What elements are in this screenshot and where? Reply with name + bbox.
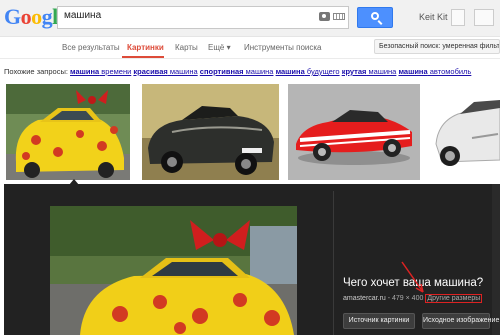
related-link[interactable]: машина автомобиль xyxy=(398,67,471,76)
tab-more[interactable]: Ещё ▾ xyxy=(208,43,231,52)
other-sizes-link[interactable]: Другие размеры xyxy=(425,294,483,303)
header-bar: Google машина Keit Kit xyxy=(0,0,500,37)
search-input[interactable]: машина xyxy=(57,6,349,29)
image-result-white-car[interactable] xyxy=(432,84,500,180)
logo-letter: g xyxy=(41,4,53,29)
image-dimensions: - 479 × 400 xyxy=(385,295,424,302)
search-query-text: машина xyxy=(64,10,102,21)
source-domain[interactable]: amastercar.ru xyxy=(343,295,386,302)
tab-more-label: Ещё xyxy=(208,43,225,52)
related-searches: Похожие запросы: машина времени красивая… xyxy=(4,67,471,76)
image-result-flower-car[interactable] xyxy=(6,84,130,180)
apps-button[interactable] xyxy=(451,9,465,26)
active-tab-indicator xyxy=(122,56,164,58)
chevron-down-icon: ▾ xyxy=(226,43,231,52)
search-icon xyxy=(371,12,379,20)
related-link[interactable]: красивая машина xyxy=(133,67,197,76)
original-image-button[interactable]: Исходное изображение xyxy=(422,313,499,329)
related-link[interactable]: машина времени xyxy=(70,67,131,76)
search-button[interactable] xyxy=(357,7,393,28)
related-link[interactable]: спортивная машина xyxy=(200,67,274,76)
logo-letter: G xyxy=(4,4,21,29)
related-link[interactable]: машина будущего xyxy=(276,67,340,76)
tab-images[interactable]: Картинки xyxy=(127,43,164,52)
preview-source: amastercar.ru - 479 × 400 Другие размеры xyxy=(343,294,483,303)
source-page-button[interactable]: Источник картинки xyxy=(343,313,415,329)
logo-letter: o xyxy=(20,4,32,29)
user-name[interactable]: Keit Kit xyxy=(419,12,448,22)
related-link[interactable]: крутая машина xyxy=(342,67,397,76)
tab-search-tools[interactable]: Инструменты поиска xyxy=(244,43,321,52)
camera-icon[interactable] xyxy=(319,12,330,21)
keyboard-icon[interactable] xyxy=(333,13,345,20)
image-result-convertible[interactable] xyxy=(142,84,279,180)
safe-search-button[interactable]: Безопасный поиск: умеренная фильтрация xyxy=(374,39,500,54)
scrollbar[interactable] xyxy=(492,184,500,335)
tab-maps[interactable]: Карты xyxy=(175,43,198,52)
tab-all-results[interactable]: Все результаты xyxy=(62,43,120,52)
preview-title[interactable]: Чего хочет ваша машина? xyxy=(343,277,483,289)
preview-divider xyxy=(333,191,334,335)
google-images-page: Google машина Keit Kit Все результаты Ка… xyxy=(0,0,500,335)
related-label: Похожие запросы: xyxy=(4,67,68,76)
image-result-red-sports-car[interactable] xyxy=(288,84,420,180)
logo-letter: o xyxy=(31,4,42,29)
account-button[interactable] xyxy=(474,9,494,26)
preview-image[interactable] xyxy=(50,206,297,335)
